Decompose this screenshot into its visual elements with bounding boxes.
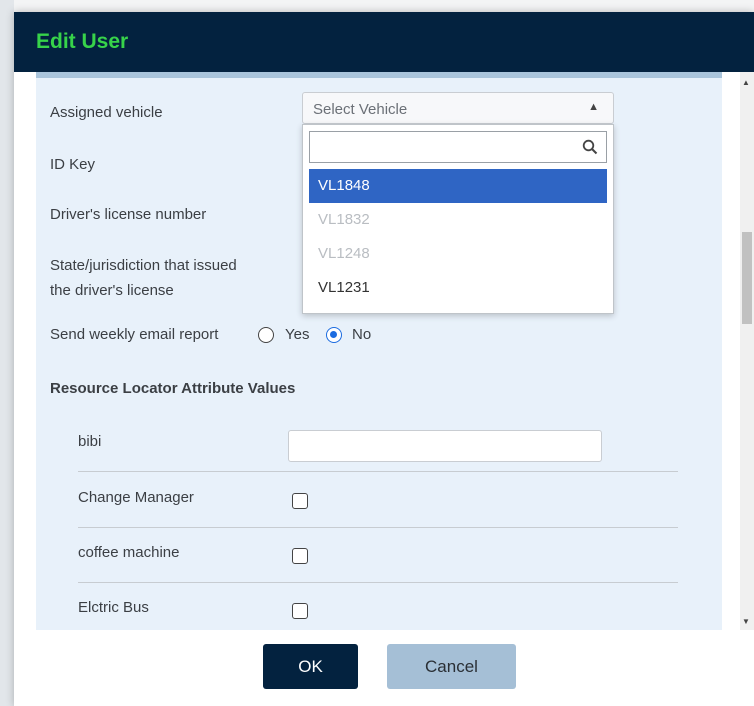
edit-user-dialog: Edit User Assigned vehicle Select Vehicl… xyxy=(14,12,754,706)
select-placeholder: Select Vehicle xyxy=(313,101,408,118)
dropdown-search-input[interactable] xyxy=(314,132,578,162)
dialog-header: Edit User xyxy=(14,12,754,72)
state-label-line2: the driver's license xyxy=(50,282,174,299)
radio-no[interactable] xyxy=(326,327,342,343)
dialog-footer: OK Cancel xyxy=(14,630,754,706)
cancel-button[interactable]: Cancel xyxy=(387,644,516,689)
radio-no-label: No xyxy=(352,326,372,343)
attribute-row-coffee-machine: coffee machine xyxy=(78,527,678,583)
assigned-vehicle-label: Assigned vehicle xyxy=(50,104,163,121)
change-manager-checkbox[interactable] xyxy=(292,493,308,509)
attribute-row-elctric-bus: Elctric Bus xyxy=(78,582,678,630)
dialog-content[interactable]: Assigned vehicle Select Vehicle ▲ ID Key… xyxy=(36,72,722,630)
state-label-line1: State/jurisdiction that issued xyxy=(50,257,237,274)
attribute-row-bibi: bibi xyxy=(78,416,678,472)
radio-yes-label: Yes xyxy=(285,326,310,343)
radio-yes[interactable] xyxy=(258,327,274,343)
dropdown-option-vl1832: VL1832 xyxy=(318,211,370,228)
attribute-row-change-manager: Change Manager xyxy=(78,472,678,528)
background-edge xyxy=(0,0,14,706)
coffee-machine-checkbox[interactable] xyxy=(292,548,308,564)
scrollbar-thumb[interactable] xyxy=(742,232,752,324)
id-key-label: ID Key xyxy=(50,156,96,173)
ok-button[interactable]: OK xyxy=(263,644,358,689)
dialog-title: Edit User xyxy=(36,30,129,53)
scroll-down-arrow-icon[interactable]: ▼ xyxy=(742,617,750,626)
scroll-up-arrow-icon[interactable]: ▲ xyxy=(742,78,750,87)
dropdown-search[interactable] xyxy=(309,131,607,163)
search-icon xyxy=(582,139,598,160)
chevron-up-icon: ▲ xyxy=(588,101,599,113)
vehicle-dropdown: VL1848 VL1832 VL1248 VL1231 xyxy=(302,124,614,314)
attribute-label: Elctric Bus xyxy=(78,599,149,616)
attribute-label: coffee machine xyxy=(78,544,180,561)
content-top-bar xyxy=(36,72,722,78)
attribute-label: Change Manager xyxy=(78,489,194,506)
content-scrollbar[interactable]: ▲ ▼ xyxy=(740,72,754,630)
elctric-bus-checkbox[interactable] xyxy=(292,603,308,619)
attribute-label: bibi xyxy=(78,433,102,450)
bibi-input[interactable] xyxy=(288,430,602,462)
dropdown-option-vl1248: VL1248 xyxy=(318,245,370,262)
dropdown-option-vl1848[interactable]: VL1848 xyxy=(309,169,607,203)
attributes-section-title: Resource Locator Attribute Values xyxy=(50,380,296,397)
assigned-vehicle-select[interactable]: Select Vehicle ▲ xyxy=(302,92,614,124)
license-number-label: Driver's license number xyxy=(50,206,207,223)
weekly-report-label: Send weekly email report xyxy=(50,326,219,343)
dropdown-option-vl1231[interactable]: VL1231 xyxy=(309,271,607,305)
